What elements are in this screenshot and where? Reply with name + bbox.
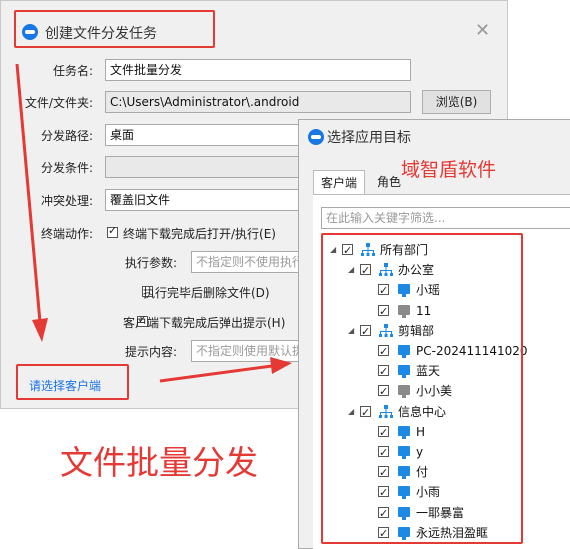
brand-annotation: 域智盾软件 xyxy=(401,159,497,181)
arrow-down-head xyxy=(32,318,48,342)
arrow-down-line xyxy=(15,63,42,323)
tree-highlight-box xyxy=(321,233,523,544)
arrow-right-line xyxy=(159,364,273,383)
app-logo-icon xyxy=(308,129,324,145)
arrow-right-head xyxy=(270,357,292,374)
tab-role[interactable]: 角色 xyxy=(367,170,411,194)
caption-annotation: 文件批量分发 xyxy=(60,443,258,482)
tab-client[interactable]: 客户端 xyxy=(313,170,365,194)
picker-title: 选择应用目标 xyxy=(327,130,411,146)
filter-input[interactable]: 在此输入关键字筛选... xyxy=(321,207,570,229)
